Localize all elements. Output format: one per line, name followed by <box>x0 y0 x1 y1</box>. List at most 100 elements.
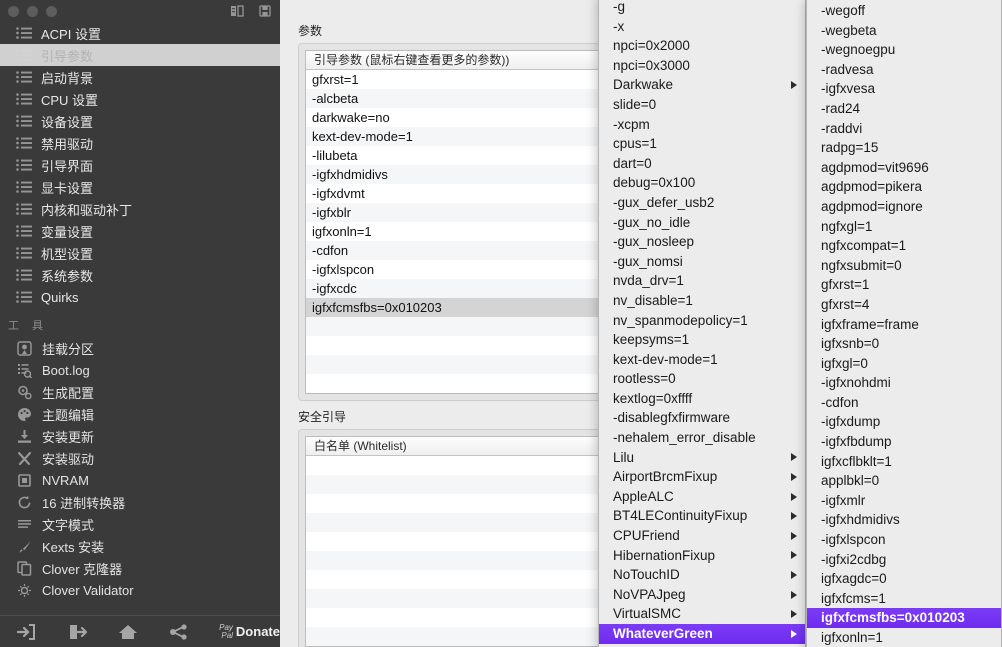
sidebar-item-9[interactable]: 内核和驱动补丁 <box>0 198 280 220</box>
menu-item-11[interactable]: -gux_defer_usb2 <box>599 193 805 213</box>
tool-item-7[interactable]: NVRAM <box>0 469 280 491</box>
submenu-item-32[interactable]: igfxfcmsfbs=0x010203 <box>807 608 1001 628</box>
menu-item-14[interactable]: -gux_nomsi <box>599 252 805 272</box>
sidebar-item-2[interactable]: 引导参数 <box>0 44 280 66</box>
menu-item-26[interactable]: AppleALC <box>599 487 805 507</box>
submenu-item-7[interactable]: -raddvi <box>807 119 1001 139</box>
menu-item-10[interactable]: debug=0x100 <box>599 173 805 193</box>
sidebar-item-5[interactable]: 设备设置 <box>0 110 280 132</box>
tool-item-6[interactable]: 安装驱动 <box>0 447 280 469</box>
menu-item-5[interactable]: Darkwake <box>599 75 805 95</box>
menu-item-28[interactable]: CPUFriend <box>599 526 805 546</box>
submenu-item-8[interactable]: radpg=15 <box>807 138 1001 158</box>
menu-item-17[interactable]: nv_spanmodepolicy=1 <box>599 311 805 331</box>
menu-item-27[interactable]: BT4LEContinuityFixup <box>599 506 805 526</box>
boot-args-context-menu[interactable]: -g -x npci=0x2000 npci=0x3000 Darkwake slide=… <box>598 0 806 647</box>
home-icon[interactable] <box>103 623 154 641</box>
menu-item-30[interactable]: NoTouchID <box>599 565 805 585</box>
menu-item-15[interactable]: nvda_drv=1 <box>599 271 805 291</box>
submenu-item-9[interactable]: agdpmod=vit9696 <box>807 158 1001 178</box>
tool-item-10[interactable]: Kexts 安装 <box>0 535 280 557</box>
tool-item-9[interactable]: 文字模式 <box>0 513 280 535</box>
menu-item-33[interactable]: WhateverGreen <box>599 624 805 644</box>
donate-button[interactable]: Pay Pal Donate <box>219 623 280 640</box>
submenu-item-20[interactable]: -igfxnohdmi <box>807 373 1001 393</box>
menu-item-3[interactable]: npci=0x2000 <box>599 36 805 56</box>
menu-item-12[interactable]: -gux_no_idle <box>599 213 805 233</box>
submenu-item-19[interactable]: igfxgl=0 <box>807 354 1001 374</box>
submenu-item-2[interactable]: -wegbeta <box>807 21 1001 41</box>
tool-item-11[interactable]: Clover 克隆器 <box>0 557 280 579</box>
tool-item-1[interactable]: 挂载分区 <box>0 337 280 359</box>
sidebar-item-11[interactable]: 机型设置 <box>0 242 280 264</box>
maximize-button[interactable] <box>46 6 57 17</box>
submenu-item-15[interactable]: gfxrst=1 <box>807 275 1001 295</box>
share-icon[interactable] <box>154 623 205 641</box>
sidebar-item-7[interactable]: 引导界面 <box>0 154 280 176</box>
submenu-item-13[interactable]: ngfxcompat=1 <box>807 236 1001 256</box>
save-config-icon[interactable] <box>258 3 272 18</box>
submenu-item-23[interactable]: -igfxfbdump <box>807 432 1001 452</box>
traffic-lights[interactable] <box>8 6 57 17</box>
whatevergreen-submenu[interactable]: -wegoff -wegbeta -wegnoegpu -radvesa -igfxve… <box>806 0 1002 647</box>
sidebar-item-13[interactable]: Quirks <box>0 286 280 308</box>
menu-item-2[interactable]: -x <box>599 17 805 37</box>
submenu-item-31[interactable]: igfxfcms=1 <box>807 589 1001 609</box>
submenu-item-12[interactable]: ngfxgl=1 <box>807 217 1001 237</box>
menu-item-32[interactable]: VirtualSMC <box>599 604 805 624</box>
minimize-button[interactable] <box>27 6 38 17</box>
import-icon[interactable] <box>0 623 51 641</box>
submenu-item-11[interactable]: agdpmod=ignore <box>807 197 1001 217</box>
config-compare-icon[interactable] <box>230 3 244 18</box>
submenu-item-3[interactable]: -wegnoegpu <box>807 40 1001 60</box>
menu-item-19[interactable]: kext-dev-mode=1 <box>599 350 805 370</box>
submenu-item-17[interactable]: igfxframe=frame <box>807 315 1001 335</box>
tool-item-3[interactable]: 生成配置 <box>0 381 280 403</box>
export-icon[interactable] <box>51 623 102 641</box>
submenu-item-30[interactable]: igfxagdc=0 <box>807 569 1001 589</box>
submenu-item-4[interactable]: -radvesa <box>807 60 1001 80</box>
menu-item-4[interactable]: npci=0x3000 <box>599 56 805 76</box>
tool-item-8[interactable]: 16 进制转换器 <box>0 491 280 513</box>
menu-item-16[interactable]: nv_disable=1 <box>599 291 805 311</box>
submenu-item-18[interactable]: igfxsnb=0 <box>807 334 1001 354</box>
submenu-item-33[interactable]: igfxonln=1 <box>807 628 1001 647</box>
tool-item-2[interactable]: Boot.log <box>0 359 280 381</box>
tools-nav-list[interactable]: 挂载分区 Boot.log 生成配置 主题编辑 安装更新 安装驱动 NVRAM 16 进制转换… <box>0 337 280 601</box>
tool-item-4[interactable]: 主题编辑 <box>0 403 280 425</box>
menu-item-24[interactable]: Lilu <box>599 448 805 468</box>
menu-item-1[interactable]: -g <box>599 0 805 17</box>
menu-item-8[interactable]: cpus=1 <box>599 134 805 154</box>
menu-item-6[interactable]: slide=0 <box>599 95 805 115</box>
submenu-item-29[interactable]: -igfxi2cdbg <box>807 550 1001 570</box>
menu-item-22[interactable]: -disablegfxfirmware <box>599 408 805 428</box>
menu-item-13[interactable]: -gux_nosleep <box>599 232 805 252</box>
submenu-item-5[interactable]: -igfxvesa <box>807 79 1001 99</box>
submenu-item-26[interactable]: -igfxmlr <box>807 491 1001 511</box>
menu-item-21[interactable]: kextlog=0xffff <box>599 389 805 409</box>
submenu-item-24[interactable]: igfxcflbklt=1 <box>807 452 1001 472</box>
tool-item-12[interactable]: Clover Validator <box>0 579 280 601</box>
menu-item-20[interactable]: rootless=0 <box>599 369 805 389</box>
tool-item-5[interactable]: 安装更新 <box>0 425 280 447</box>
submenu-item-27[interactable]: -igfxhdmidivs <box>807 510 1001 530</box>
submenu-item-25[interactable]: applbkl=0 <box>807 471 1001 491</box>
submenu-item-1[interactable]: -wegoff <box>807 1 1001 21</box>
menu-item-31[interactable]: NoVPAJpeg <box>599 585 805 605</box>
sidebar-item-10[interactable]: 变量设置 <box>0 220 280 242</box>
sidebar-item-4[interactable]: CPU 设置 <box>0 88 280 110</box>
submenu-item-6[interactable]: -rad24 <box>807 99 1001 119</box>
close-button[interactable] <box>8 6 19 17</box>
sidebar-item-8[interactable]: 显卡设置 <box>0 176 280 198</box>
submenu-item-10[interactable]: agdpmod=pikera <box>807 177 1001 197</box>
sidebar-item-12[interactable]: 系统参数 <box>0 264 280 286</box>
menu-item-23[interactable]: -nehalem_error_disable <box>599 428 805 448</box>
menu-item-29[interactable]: HibernationFixup <box>599 546 805 566</box>
config-nav-list[interactable]: ACPI 设置 引导参数 启动背景 CPU 设置 设备设置 禁用驱动 引导界面 显卡设置 内核和… <box>0 22 280 308</box>
submenu-item-22[interactable]: -igfxdump <box>807 412 1001 432</box>
menu-item-18[interactable]: keepsyms=1 <box>599 330 805 350</box>
submenu-item-28[interactable]: -igfxlspcon <box>807 530 1001 550</box>
submenu-item-21[interactable]: -cdfon <box>807 393 1001 413</box>
menu-item-9[interactable]: dart=0 <box>599 154 805 174</box>
menu-item-25[interactable]: AirportBrcmFixup <box>599 467 805 487</box>
